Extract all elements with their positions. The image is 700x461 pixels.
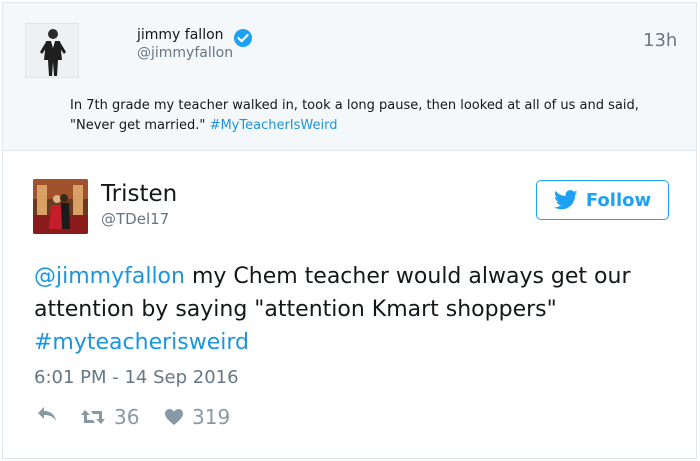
quoted-text-body: In 7th grade my teacher walked in, took … [70,98,639,133]
like-count: 319 [192,405,231,429]
heart-icon [165,409,183,425]
jimmy-fallon-avatar[interactable] [25,23,79,78]
like-button[interactable]: 319 [164,405,230,429]
reply-arrow-icon [38,407,56,421]
author-name[interactable]: Tristen [101,181,177,207]
follow-button-label: Follow [585,189,652,211]
quoted-author-name[interactable]: jimmy fallon [137,27,224,43]
twitter-bird-icon [553,190,578,210]
retweet-button[interactable]: 36 [80,405,139,429]
quoted-author-handle[interactable]: @jimmyfallon [137,45,233,61]
quoted-hashtag-link[interactable]: #MyTeacherIsWeird [210,118,338,133]
main-tweet: Tristen @TDel17 Follow @jimmyfallon my C… [2,150,697,459]
quoted-tweet[interactable]: jimmy fallon @jimmyfallon 13h In 7th gra… [2,2,697,150]
quoted-timestamp[interactable]: 13h [643,30,677,51]
verified-badge-icon [234,29,252,47]
follow-button[interactable]: Follow [536,180,669,220]
tweet-text: @jimmyfallon my Chem teacher would alway… [34,260,684,359]
tristen-avatar[interactable] [33,179,88,234]
hashtag-link[interactable]: #myteacherisweird [34,330,249,355]
quoted-tweet-text: In 7th grade my teacher walked in, took … [70,96,670,136]
retweet-count: 36 [114,405,140,429]
reply-button[interactable] [36,405,58,423]
tweet-timestamp[interactable]: 6:01 PM - 14 Sep 2016 [34,367,239,388]
mention-link[interactable]: @jimmyfallon [34,264,185,289]
retweet-icon [81,410,105,424]
author-handle[interactable]: @TDel17 [101,210,169,228]
